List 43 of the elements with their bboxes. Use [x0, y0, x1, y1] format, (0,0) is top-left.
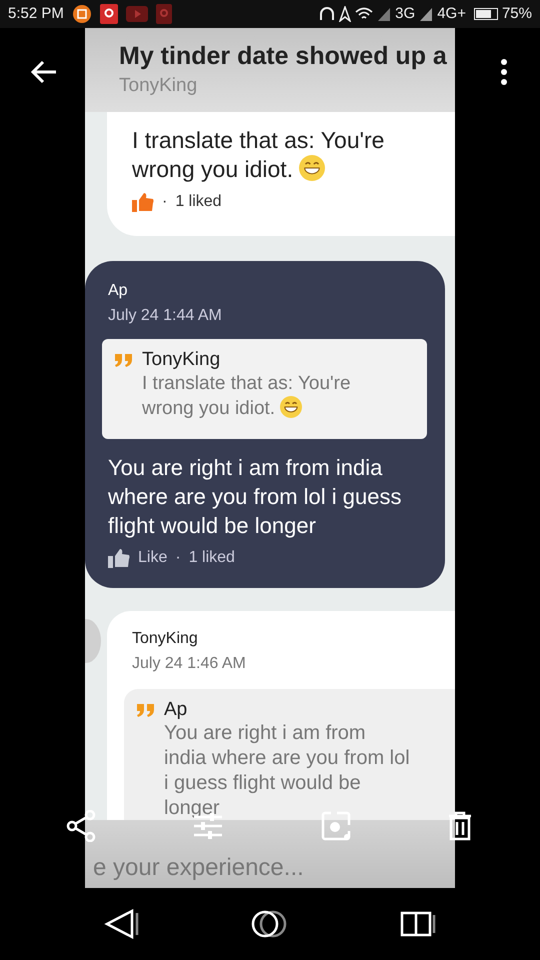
signal-icon — [377, 7, 392, 21]
quote-text: You are right i am from india where are you from lol i guess flight would be longer — [163, 721, 410, 820]
notification-icon — [100, 4, 118, 24]
like-link[interactable]: Like — [138, 546, 168, 570]
comment-author: Ap — [108, 281, 129, 301]
quote-icon — [136, 702, 156, 718]
notification-icon — [72, 4, 92, 24]
trash-icon[interactable] — [448, 811, 472, 841]
separator-dot: · — [162, 192, 168, 212]
post-title: My tinder date showed up a — [119, 41, 448, 72]
grinning-face-icon — [280, 396, 302, 418]
thumbs-up-icon[interactable] — [132, 192, 154, 212]
comment-field: e your experience... — [85, 820, 455, 888]
home-icon[interactable] — [250, 910, 289, 938]
grinning-face-icon — [299, 155, 326, 181]
network-type: 4G+ — [437, 4, 466, 24]
comment-text: I translate that as: You're wrong you idiot. — [132, 126, 386, 184]
recent-apps-icon[interactable] — [400, 911, 436, 937]
like-count: 1 liked — [188, 548, 235, 568]
quote-author: Ap — [164, 699, 188, 721]
share-icon[interactable] — [66, 810, 96, 842]
comment-time: July 24 1:46 AM — [132, 654, 247, 674]
battery-percent: 75% — [502, 4, 532, 24]
post-author: TonyKing — [119, 74, 198, 98]
signal-icon — [419, 7, 434, 21]
comment-text: You are right i am from india where are you from lol i guess flight would be longer — [108, 454, 402, 540]
navigation-icon — [339, 6, 352, 22]
headphones-icon — [319, 6, 336, 22]
back-icon[interactable] — [104, 909, 140, 939]
quote-author: TonyKing — [142, 349, 220, 371]
notification-icon — [156, 4, 172, 24]
comment-author: TonyKing — [132, 629, 199, 649]
separator-dot: · — [175, 548, 181, 568]
like-count: 1 liked — [175, 192, 222, 212]
play-icon — [126, 6, 148, 22]
battery-icon — [474, 8, 498, 20]
quote-icon — [114, 352, 134, 368]
status-time: 5:52 PM — [8, 4, 64, 24]
comment-time: July 24 1:44 AM — [108, 306, 223, 326]
thumbs-up-icon[interactable] — [108, 548, 130, 568]
quote-text: I translate that as: You're wrong you idiot. — [141, 372, 352, 421]
network-type: 3G — [395, 4, 416, 24]
wifi-icon — [355, 7, 374, 21]
